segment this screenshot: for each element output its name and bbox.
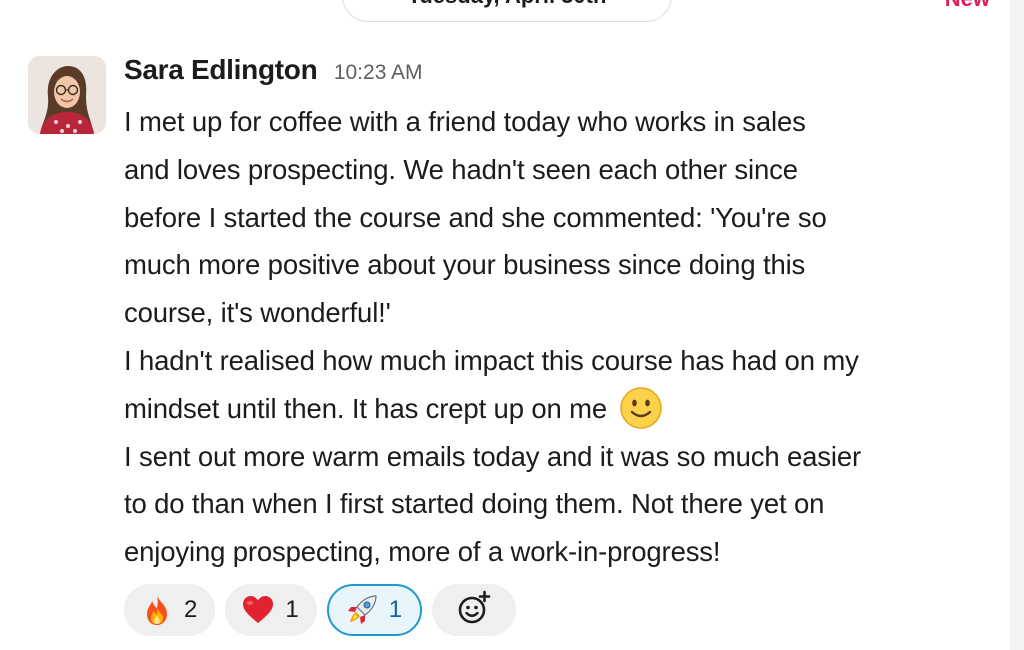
message-line: to do than when I first started doing th… [124, 488, 825, 520]
reaction-rocket[interactable]: 1 [326, 584, 423, 636]
reaction-fire[interactable]: 2 [124, 584, 216, 636]
message-line: much more positive about your business s… [124, 249, 806, 281]
reaction-count: 1 [388, 596, 403, 623]
scrollbar-track[interactable] [1010, 0, 1024, 650]
reaction-count: 2 [184, 596, 198, 623]
message-line: I met up for coffee with a friend today … [124, 106, 806, 137]
message-line: before I started the course and she comm… [124, 201, 827, 233]
message-line: I hadn't realised how much impact this c… [124, 344, 859, 376]
message-timestamp[interactable]: 10:23 AM [334, 61, 423, 84]
message-line: and loves prospecting. We hadn't seen ea… [124, 153, 798, 185]
message-line: mindset until then. It has crept up on m… [124, 392, 608, 424]
reaction-heart[interactable]: 1 [225, 584, 317, 636]
rocket-icon [345, 593, 379, 627]
message-line: I sent out more warm emails today and it… [124, 440, 862, 472]
red-heart-icon [241, 593, 275, 627]
user-photo-icon [28, 56, 106, 134]
message-line-with-emoji: mindset until then. It has crept up on m… [124, 385, 1004, 433]
message-line: enjoying prospecting, more of a work-in-… [124, 536, 721, 568]
fire-icon [140, 593, 174, 627]
message-body: I met up for coffee with a friend today … [124, 98, 1004, 576]
new-messages-label: New [945, 0, 990, 12]
date-divider-label: Tuesday, April 30th [408, 0, 607, 8]
date-divider[interactable]: Tuesday, April 30th [342, 0, 672, 22]
avatar[interactable] [28, 56, 106, 134]
slightly-smiling-face-icon [619, 386, 663, 430]
message-line: course, it's wonderful!' [124, 297, 391, 329]
sender-name[interactable]: Sara Edlington [124, 54, 318, 85]
add-reaction-icon [454, 588, 494, 633]
message-header: Sara Edlington 10:23 AM [124, 54, 423, 86]
add-reaction-button[interactable] [432, 584, 517, 636]
reaction-count: 1 [285, 596, 299, 623]
reactions-bar: 2 1 1 [124, 584, 517, 636]
